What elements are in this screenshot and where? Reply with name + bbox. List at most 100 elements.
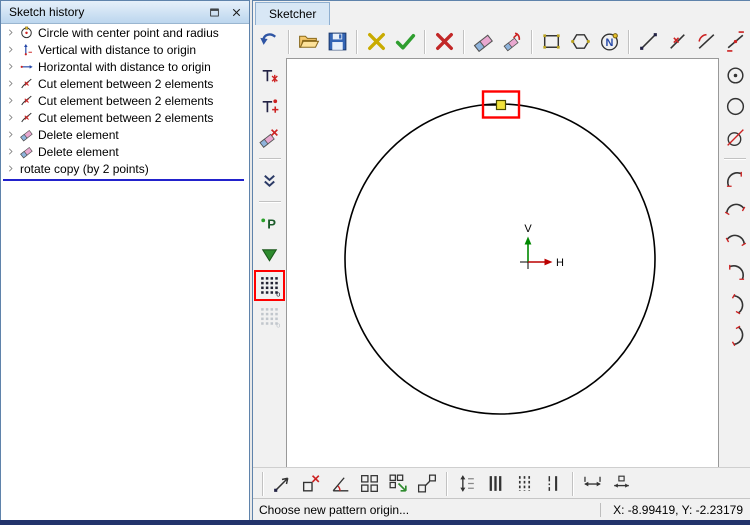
history-item[interactable]: Cut element between 2 elements: [1, 75, 249, 92]
rect-tool-button[interactable]: [538, 28, 565, 55]
point-t2-button[interactable]: [256, 93, 283, 120]
toolbar-separator: [262, 471, 264, 496]
history-item[interactable]: Circle with center point and radius: [1, 24, 249, 41]
status-bar: Choose new pattern origin... X: -8.99419…: [253, 498, 750, 521]
save-button[interactable]: [324, 28, 351, 55]
history-item[interactable]: Cut element between 2 elements: [1, 109, 249, 126]
arc-r1-icon: [724, 169, 747, 192]
history-vertical-icon: [19, 42, 34, 57]
history-item[interactable]: Delete element: [1, 126, 249, 143]
history-item[interactable]: rotate copy (by 2 points): [1, 160, 249, 177]
sketch-history-title: Sketch history: [9, 5, 85, 19]
expand-arrow-icon[interactable]: [5, 112, 16, 123]
sketcher-top-toolbar: N: [253, 25, 750, 59]
status-message: Choose new pattern origin...: [259, 503, 410, 517]
circle-tangent-button[interactable]: [722, 124, 749, 151]
dim-vertical-button[interactable]: [453, 470, 480, 497]
circle-plain-icon: [724, 95, 747, 118]
pattern-triangle-icon: [258, 243, 281, 266]
arc-r6-button[interactable]: [722, 322, 749, 349]
eraser-button[interactable]: [470, 28, 497, 55]
open-button[interactable]: [295, 28, 322, 55]
toolbar-separator: [446, 471, 448, 496]
expand-arrow-icon[interactable]: [5, 61, 16, 72]
history-cut-icon: [19, 93, 34, 108]
arc-r2-button[interactable]: [722, 198, 749, 225]
dim-linear-button[interactable]: [579, 470, 606, 497]
maximize-button[interactable]: [204, 4, 224, 21]
expand-arrow-icon[interactable]: [5, 95, 16, 106]
dim-move-button[interactable]: [269, 470, 296, 497]
history-cut-icon: [19, 76, 34, 91]
expand-arrow-icon[interactable]: [5, 129, 16, 140]
expand-arrow-icon[interactable]: [5, 44, 16, 55]
arc-r1-button[interactable]: [722, 167, 749, 194]
line-angle-tool-button[interactable]: [693, 28, 720, 55]
toolbar-separator: [424, 29, 426, 54]
expand-arrow-icon[interactable]: [5, 78, 16, 89]
accept-button[interactable]: [392, 28, 419, 55]
hatch-solid-button[interactable]: [482, 470, 509, 497]
dim-scale-button[interactable]: [414, 470, 441, 497]
expand-arrow-icon[interactable]: [5, 27, 16, 38]
pattern-triangle-button[interactable]: [256, 241, 283, 268]
hatch-solid-icon: [484, 472, 507, 495]
hatch-dashed-button[interactable]: [511, 470, 538, 497]
line-tool-button[interactable]: [635, 28, 662, 55]
arc-r5-button[interactable]: [722, 291, 749, 318]
toolbar-separator: [356, 29, 358, 54]
point-p-button[interactable]: P: [256, 210, 283, 237]
sketch-history-window: Sketch history Circle with center point …: [0, 0, 250, 522]
circle-plain-button[interactable]: [722, 93, 749, 120]
sketch-canvas[interactable]: V H: [286, 58, 719, 468]
pattern-squares-button[interactable]: [356, 470, 383, 497]
sketcher-bottom-toolbar: [253, 467, 750, 499]
pattern-origin-point[interactable]: [495, 99, 507, 111]
circle-tangent-icon: [724, 126, 747, 149]
dim-angle-button[interactable]: [327, 470, 354, 497]
point-t1-button[interactable]: [256, 62, 283, 89]
line-edge-tool-button[interactable]: [722, 28, 749, 55]
history-item[interactable]: Delete element: [1, 143, 249, 160]
erase-marks-button[interactable]: [499, 28, 526, 55]
history-item[interactable]: Horizontal with distance to origin: [1, 58, 249, 75]
point-erase-icon: [258, 126, 281, 149]
expand-arrow-icon[interactable]: [5, 146, 16, 157]
point-erase-button[interactable]: [256, 124, 283, 151]
pattern-grid-button[interactable]: o: [254, 270, 285, 301]
dim-baseline-icon: [610, 472, 633, 495]
v-axis-label: V: [524, 223, 532, 235]
close-button[interactable]: [226, 4, 246, 21]
dim-delete-button[interactable]: [298, 470, 325, 497]
delete-yellow-button[interactable]: [363, 28, 390, 55]
history-item-label: Cut element between 2 elements: [38, 93, 214, 108]
spline-n-tool-button[interactable]: N: [596, 28, 623, 55]
line-cross-tool-button[interactable]: [664, 28, 691, 55]
expand-arrow-icon[interactable]: [5, 163, 16, 174]
cancel-icon: [433, 30, 456, 53]
tab-sketcher[interactable]: Sketcher: [255, 2, 331, 25]
sketch-history-titlebar[interactable]: Sketch history: [1, 1, 249, 24]
history-item[interactable]: Cut element between 2 elements: [1, 92, 249, 109]
circle-center-button[interactable]: [722, 62, 749, 89]
sketch-circle[interactable]: [344, 103, 656, 415]
history-item[interactable]: Vertical with distance to origin: [1, 41, 249, 58]
arc-r3-button[interactable]: [722, 229, 749, 256]
polygon-tool-button[interactable]: [567, 28, 594, 55]
dim-baseline-button[interactable]: [608, 470, 635, 497]
arc-r4-button[interactable]: [722, 260, 749, 287]
arc-r4-icon: [724, 262, 747, 285]
pattern-grid-icon: o: [258, 274, 281, 298]
cancel-button[interactable]: [431, 28, 458, 55]
history-item-label: Cut element between 2 elements: [38, 76, 214, 91]
dim-move-icon: [271, 472, 294, 495]
application: Sketch history Circle with center point …: [0, 0, 750, 525]
open-icon: [297, 30, 320, 53]
accept-icon: [394, 30, 417, 53]
undo-button[interactable]: [256, 28, 283, 55]
hatch-axis-button[interactable]: [540, 470, 567, 497]
collapse-double-button[interactable]: [256, 167, 283, 194]
pattern-grid-alt-button[interactable]: o: [256, 303, 283, 330]
pattern-squares-arrow-button[interactable]: [385, 470, 412, 497]
toolbar-separator: [258, 201, 281, 203]
